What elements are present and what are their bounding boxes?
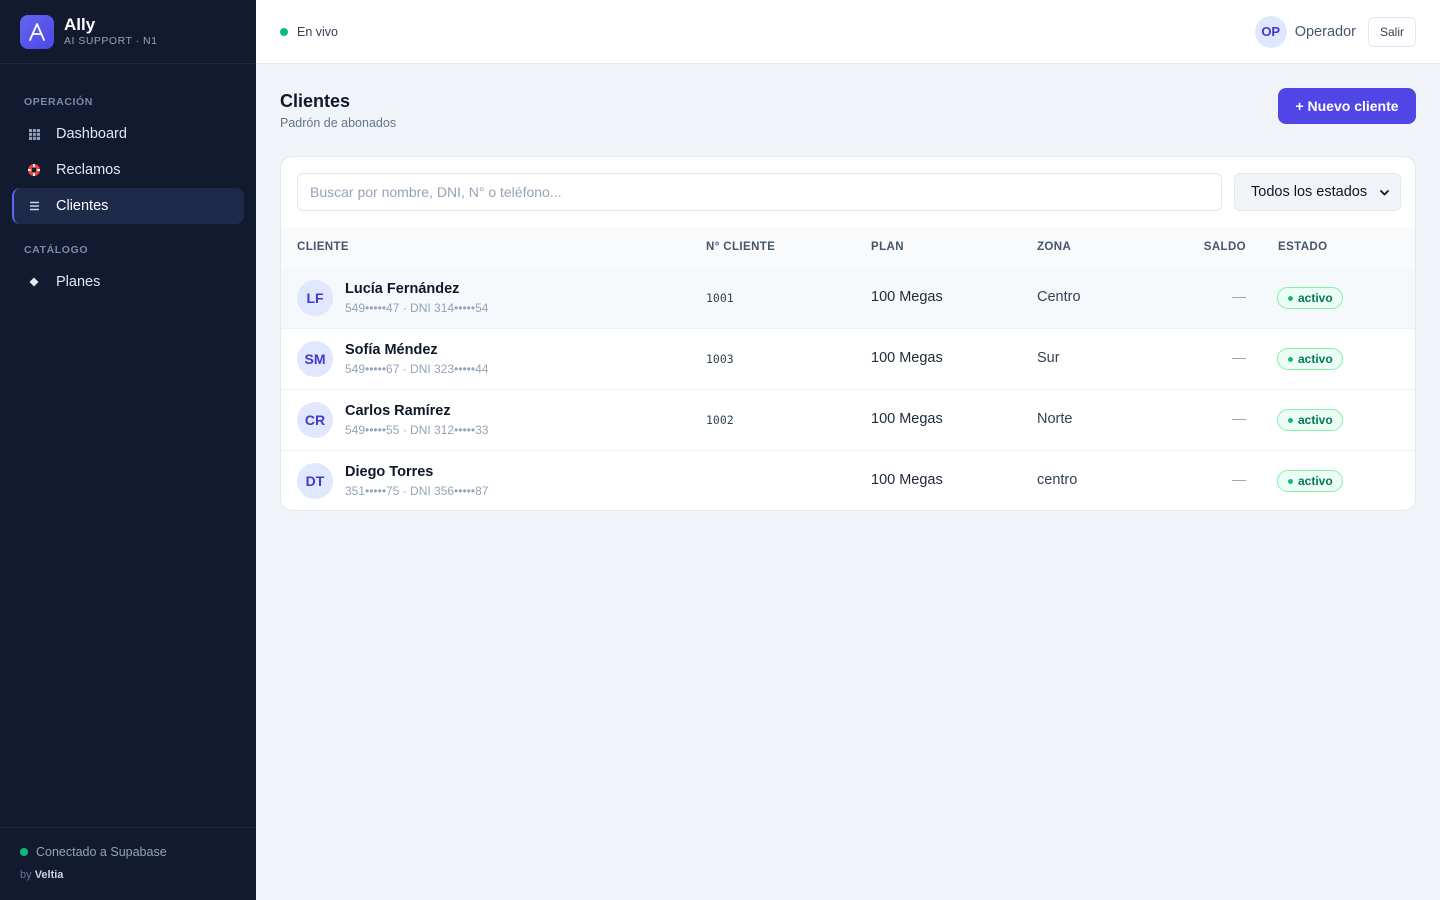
table-header: CLIENTE N° CLIENTE PLAN ZONA SALDO ESTAD…: [281, 227, 1415, 268]
status-badge-text: activo: [1298, 413, 1333, 427]
status-badge-text: activo: [1298, 352, 1333, 366]
client-balance: —: [1232, 349, 1246, 365]
section-label-operacion: OPERACIÓN: [24, 96, 93, 108]
client-name[interactable]: Carlos Ramírez: [345, 403, 451, 419]
client-plan: 100 Megas: [871, 472, 943, 488]
brand[interactable]: Ally AI SUPPORT · N1: [0, 0, 256, 64]
brand-subtitle: AI SUPPORT · N1: [64, 34, 158, 47]
avatar: SM: [297, 341, 333, 377]
live-label: En vivo: [297, 24, 338, 39]
connection-status-text: Conectado a Supabase: [36, 845, 167, 859]
client-plan: 100 Megas: [871, 289, 943, 305]
client-number: 1001: [706, 291, 734, 305]
status-dot-icon: [1288, 418, 1293, 423]
sidebar-footer: Conectado a Supabase by Veltia: [0, 827, 256, 900]
live-indicator: En vivo: [280, 25, 338, 39]
status-badge-text: activo: [1298, 291, 1333, 305]
user-name: Operador: [1294, 23, 1356, 40]
column-header-plan[interactable]: PLAN: [871, 241, 904, 253]
sidebar: Ally AI SUPPORT · N1 OPERACIÓN Dashboard…: [0, 0, 256, 900]
brand-name: Ally: [64, 14, 96, 34]
live-dot-icon: [280, 27, 288, 36]
chevron-down-icon: [1379, 186, 1390, 202]
sidebar-item-label: Reclamos: [56, 162, 121, 178]
client-meta: 549•••••55 · DNI 312•••••33: [345, 423, 489, 437]
table-row[interactable]: SM Sofía Méndez 549•••••67 · DNI 323••••…: [281, 329, 1415, 390]
table-row[interactable]: LF Lucía Fernández 549•••••47 · DNI 314•…: [281, 268, 1415, 329]
client-zone: Norte: [1037, 411, 1073, 427]
topbar: En vivo OP Operador Salir: [256, 0, 1440, 64]
avatar: DT: [297, 463, 333, 499]
client-meta: 549•••••47 · DNI 314•••••54: [345, 301, 489, 315]
sidebar-item-planes[interactable]: Planes: [12, 264, 244, 300]
column-header-zona[interactable]: ZONA: [1037, 241, 1071, 253]
client-zone: Sur: [1037, 350, 1060, 366]
page-subtitle: Padrón de abonados: [280, 116, 397, 130]
list-icon: [26, 201, 42, 211]
user-avatar[interactable]: OP: [1254, 15, 1287, 48]
client-plan: 100 Megas: [871, 350, 943, 366]
client-name[interactable]: Sofía Méndez: [345, 342, 438, 358]
column-header-numero[interactable]: N° CLIENTE: [706, 241, 775, 253]
page-title: Clientes: [280, 91, 351, 111]
lifebuoy-icon: [26, 163, 42, 177]
grid-icon: [26, 128, 42, 140]
sidebar-item-label: Clientes: [56, 198, 109, 214]
connection-status: Conectado a Supabase: [20, 845, 236, 859]
status-dot-icon: [1288, 479, 1293, 484]
credits-prefix: by: [20, 869, 32, 881]
ally-logo-icon: [20, 14, 54, 49]
status-badge-text: activo: [1298, 474, 1333, 488]
search-input[interactable]: [297, 173, 1222, 211]
client-meta: 351•••••75 · DNI 356•••••87: [345, 484, 489, 498]
sidebar-item-reclamos[interactable]: Reclamos: [12, 152, 244, 188]
sidebar-item-clientes[interactable]: Clientes: [12, 188, 244, 224]
avatar: LF: [297, 280, 333, 316]
diamond-icon: [26, 277, 42, 287]
client-plan: 100 Megas: [871, 411, 943, 427]
status-dot-icon: [1288, 296, 1293, 301]
avatar: CR: [297, 402, 333, 438]
new-client-button[interactable]: + Nuevo cliente: [1278, 88, 1416, 124]
column-header-saldo[interactable]: SALDO: [1204, 241, 1246, 253]
credits-name: Veltia: [34, 869, 64, 881]
client-zone: centro: [1037, 472, 1078, 488]
section-label-catalogo: CATÁLOGO: [24, 244, 89, 256]
client-balance: —: [1232, 410, 1246, 426]
status-badge: activo: [1277, 409, 1343, 431]
client-balance: —: [1232, 471, 1246, 487]
client-name[interactable]: Lucía Fernández: [345, 281, 459, 297]
status-badge: activo: [1277, 470, 1343, 492]
status-dot-icon: [20, 848, 28, 856]
client-name[interactable]: Diego Torres: [345, 464, 433, 480]
sidebar-item-dashboard[interactable]: Dashboard: [12, 116, 244, 152]
column-header-cliente[interactable]: CLIENTE: [297, 241, 349, 253]
status-badge: activo: [1277, 287, 1343, 309]
clients-card: Todos los estados CLIENTE N° CLIENTE PLA…: [280, 156, 1416, 511]
credits: by Veltia: [20, 869, 236, 881]
client-meta: 549•••••67 · DNI 323•••••44: [345, 362, 489, 376]
column-header-estado[interactable]: ESTADO: [1278, 241, 1327, 253]
client-number: 1003: [706, 352, 734, 366]
table-row[interactable]: CR Carlos Ramírez 549•••••55 · DNI 312••…: [281, 390, 1415, 451]
table-row[interactable]: DT Diego Torres 351•••••75 · DNI 356••••…: [281, 451, 1415, 510]
client-number: 1002: [706, 413, 734, 427]
client-zone: Centro: [1037, 289, 1081, 305]
status-dot-icon: [1288, 357, 1293, 362]
sidebar-item-label: Dashboard: [56, 126, 127, 142]
sidebar-item-label: Planes: [56, 274, 101, 290]
status-filter-select[interactable]: Todos los estados: [1234, 173, 1401, 211]
status-filter-value: Todos los estados: [1251, 184, 1368, 200]
status-badge: activo: [1277, 348, 1343, 370]
logout-button[interactable]: Salir: [1367, 16, 1416, 47]
client-balance: —: [1232, 288, 1246, 304]
